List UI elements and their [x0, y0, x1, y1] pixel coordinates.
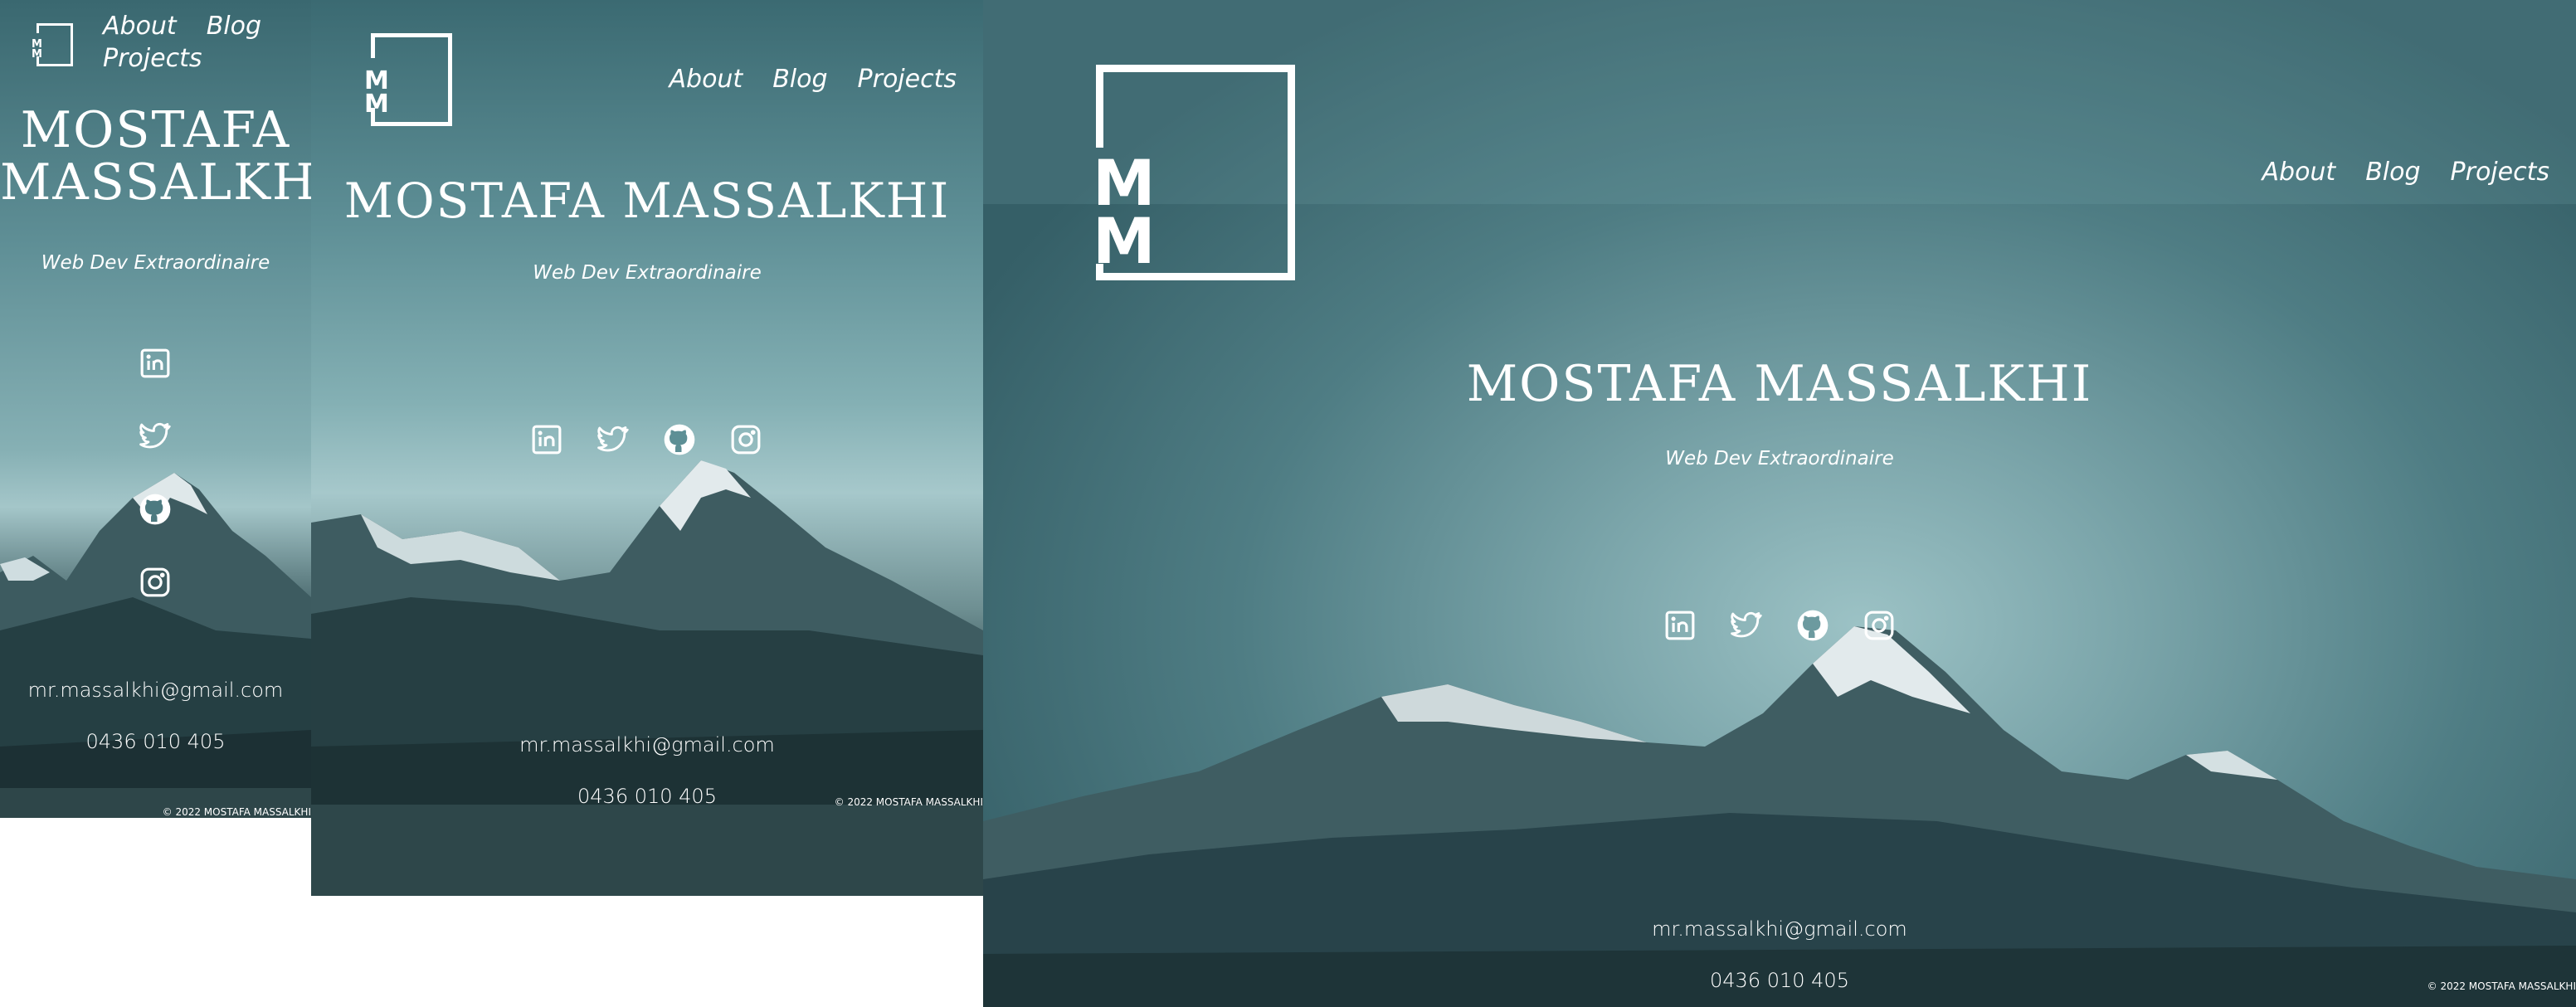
- phone-number[interactable]: 0436 010 405: [0, 730, 311, 753]
- github-link[interactable]: [663, 423, 696, 456]
- main-nav: About Blog Projects: [103, 12, 285, 73]
- twitter-icon: [139, 422, 171, 449]
- logo[interactable]: M M: [364, 33, 452, 126]
- tagline: Web Dev Extraordinaire: [41, 252, 270, 274]
- github-link[interactable]: [139, 493, 172, 526]
- nav-blog-link[interactable]: Blog: [772, 65, 827, 94]
- social-links: [1663, 609, 1896, 642]
- nav-blog-link[interactable]: Blog: [207, 12, 261, 41]
- logo[interactable]: M M: [32, 23, 73, 66]
- linkedin-icon: [1665, 611, 1695, 640]
- social-links: [530, 423, 762, 456]
- main-nav: About Blog Projects: [2262, 158, 2550, 187]
- nav-projects-link[interactable]: Projects: [103, 44, 202, 73]
- logo[interactable]: M M: [1093, 65, 1295, 280]
- copyright: © 2022 MOSTAFA MASSALKHI: [834, 796, 983, 808]
- instagram-link[interactable]: [139, 566, 172, 599]
- copyright: © 2022 MOSTAFA MASSALKHI: [2427, 980, 2576, 992]
- twitter-icon: [1731, 611, 1762, 638]
- linkedin-link[interactable]: [139, 347, 172, 380]
- desktop-view: M M About Blog Projects MOSTAFA MASSALKH…: [983, 0, 2576, 1007]
- twitter-icon: [597, 426, 629, 452]
- page-title: MOSTAFA MASSALKHI: [1466, 355, 2093, 413]
- linkedin-link[interactable]: [1663, 609, 1697, 642]
- title-line: MOSTAFA: [20, 101, 291, 159]
- tagline: Web Dev Extraordinaire: [1665, 448, 1894, 469]
- logo-letter: M: [1093, 203, 1156, 278]
- github-icon: [1797, 610, 1829, 641]
- linkedin-link[interactable]: [530, 423, 563, 456]
- email-link[interactable]: mr.massalkhi@gmail.com: [0, 679, 311, 702]
- email-link[interactable]: mr.massalkhi@gmail.com: [983, 917, 2576, 941]
- github-icon: [664, 424, 695, 455]
- social-links: [139, 347, 172, 599]
- instagram-icon: [731, 425, 761, 455]
- nav-projects-link[interactable]: Projects: [2451, 158, 2549, 187]
- title-line: MASSALKHI: [0, 153, 311, 212]
- twitter-link[interactable]: [1730, 609, 1763, 642]
- logo-letter: M: [32, 47, 42, 61]
- linkedin-icon: [140, 348, 170, 378]
- nav-about-link[interactable]: About: [103, 12, 177, 41]
- email-link[interactable]: mr.massalkhi@gmail.com: [311, 733, 983, 756]
- linkedin-icon: [532, 425, 562, 455]
- twitter-link[interactable]: [139, 420, 172, 453]
- tablet-view: M M About Blog Projects MOSTAFA MASSALKH…: [311, 0, 983, 896]
- instagram-link[interactable]: [729, 423, 762, 456]
- github-icon: [139, 494, 171, 525]
- twitter-link[interactable]: [597, 423, 630, 456]
- nav-about-link[interactable]: About: [670, 65, 743, 94]
- phone-number[interactable]: 0436 010 405: [983, 969, 2576, 992]
- copyright: © 2022 MOSTAFA MASSALKHI: [162, 806, 311, 818]
- nav-blog-link[interactable]: Blog: [2365, 158, 2420, 187]
- mobile-view: M M About Blog Projects MOSTAFA MASSALKH…: [0, 0, 311, 818]
- instagram-icon: [1864, 611, 1894, 640]
- main-nav: About Blog Projects: [670, 65, 957, 94]
- logo-letter: M: [364, 89, 389, 119]
- nav-projects-link[interactable]: Projects: [858, 65, 957, 94]
- instagram-link[interactable]: [1863, 609, 1896, 642]
- page-title: MOSTAFA MASSALKHI: [0, 105, 311, 209]
- nav-about-link[interactable]: About: [2262, 158, 2336, 187]
- instagram-icon: [140, 567, 170, 597]
- github-link[interactable]: [1796, 609, 1829, 642]
- tagline: Web Dev Extraordinaire: [533, 262, 762, 284]
- page-title: MOSTAFA MASSALKHI: [343, 173, 951, 229]
